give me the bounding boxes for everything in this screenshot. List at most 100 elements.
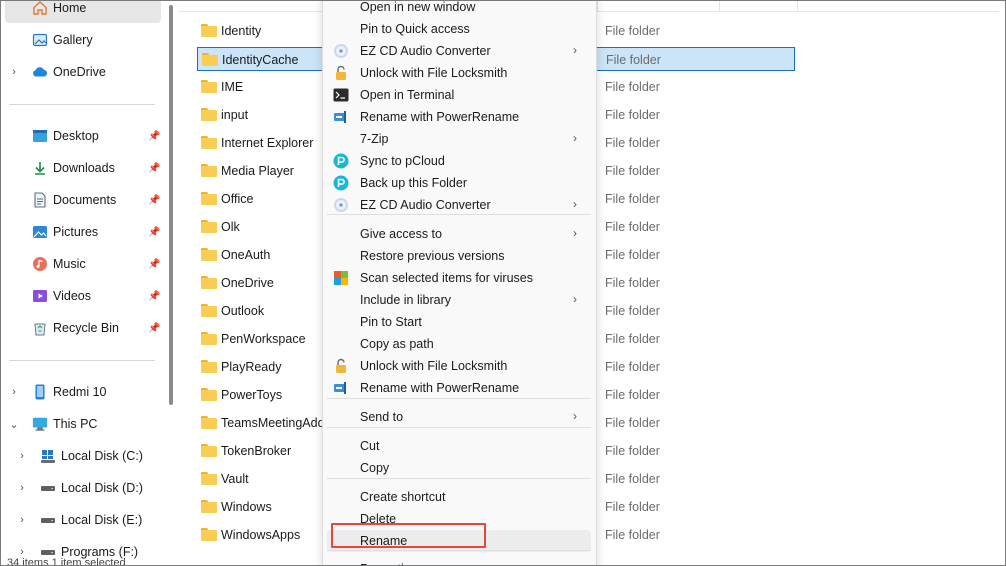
pin-icon[interactable]: 📌 <box>148 163 160 174</box>
nav-item-pictures[interactable]: Pictures 📌 <box>5 217 161 247</box>
file-type: File folder <box>605 444 660 458</box>
nav-item-videos[interactable]: Videos 📌 <box>5 281 161 311</box>
menu-item-pin-to-quick-access[interactable]: Pin to Quick access <box>327 18 591 40</box>
nav-item-music[interactable]: Music 📌 <box>5 249 161 279</box>
folder-icon <box>201 416 217 429</box>
nav-label-recycle-bin: Recycle Bin <box>53 321 119 335</box>
file-type: File folder <box>605 276 660 290</box>
home-icon <box>32 1 48 16</box>
gallery-icon <box>32 32 48 48</box>
folder-icon <box>201 136 217 149</box>
menu-item-copy-as-path[interactable]: Copy as path <box>327 333 591 355</box>
menu-item-ez-cd-audio-converter[interactable]: EZ CD Audio Converter › <box>327 40 591 62</box>
nav-item-disk-d[interactable]: › Local Disk (D:) <box>5 473 161 503</box>
nav-label-videos: Videos <box>53 289 91 303</box>
menu-item-unlock-with-file-locksmith[interactable]: Unlock with File Locksmith <box>327 355 591 377</box>
file-type: File folder <box>606 53 661 67</box>
nav-item-redmi[interactable]: › Redmi 10 <box>5 377 161 407</box>
menu-item-include-in-library[interactable]: Include in library › <box>327 289 591 311</box>
pcloud-icon <box>333 153 349 169</box>
chevron-right-icon[interactable]: › <box>8 386 20 398</box>
menu-item-rename-with-powerrename[interactable]: Rename with PowerRename <box>327 377 591 399</box>
nav-item-thispc[interactable]: ⌄ This PC <box>5 409 161 439</box>
nav-label-disk-d: Local Disk (D:) <box>61 481 143 495</box>
chevron-down-icon[interactable]: ⌄ <box>8 418 20 431</box>
column-divider[interactable] <box>719 1 720 11</box>
nav-item-disk-c[interactable]: › Local Disk (C:) <box>5 441 161 471</box>
menu-separator <box>327 214 591 215</box>
context-menu: Open in new window Pin to Quick access EZ … <box>322 0 597 565</box>
nav-scrollbar[interactable] <box>169 5 173 405</box>
folder-icon <box>201 500 217 513</box>
menu-item-give-access-to[interactable]: Give access to › <box>327 223 591 245</box>
nav-item-downloads[interactable]: Downloads 📌 <box>5 153 161 183</box>
menu-item-create-shortcut[interactable]: Create shortcut <box>327 486 591 508</box>
menu-item-back-up-this-folder[interactable]: Back up this Folder <box>327 172 591 194</box>
menu-item-label: Cut <box>360 439 380 453</box>
pin-icon[interactable]: 📌 <box>148 323 160 334</box>
nav-item-onedrive[interactable]: › OneDrive <box>5 57 161 87</box>
menu-item-label: EZ CD Audio Converter <box>360 198 491 212</box>
menu-item-unlock-with-file-locksmith[interactable]: Unlock with File Locksmith <box>327 62 591 84</box>
file-type: File folder <box>605 304 660 318</box>
menu-separator <box>327 398 591 399</box>
menu-separator <box>327 478 591 479</box>
pin-icon[interactable]: 📌 <box>148 291 160 302</box>
menu-item-label: Create shortcut <box>360 490 446 504</box>
menu-item-restore-previous-versions[interactable]: Restore previous versions <box>327 245 591 267</box>
nav-label-pictures: Pictures <box>53 225 99 239</box>
folder-icon <box>201 164 217 177</box>
file-type: File folder <box>605 360 660 374</box>
menu-item-label: Open in Terminal <box>360 88 455 102</box>
pin-icon[interactable]: 📌 <box>148 195 160 206</box>
pin-icon[interactable]: 📌 <box>148 259 160 270</box>
chevron-right-icon[interactable]: › <box>16 482 28 494</box>
menu-item-label: Open in new window <box>360 0 476 14</box>
menu-item-label: Properties <box>360 562 417 565</box>
folder-icon <box>201 276 217 289</box>
music-icon <box>32 256 48 272</box>
menu-item-open-in-terminal[interactable]: Open in Terminal <box>327 84 591 106</box>
file-name: Outlook <box>221 304 265 318</box>
nav-label-onedrive: OneDrive <box>53 65 106 79</box>
menu-item-scan-selected-items-for-viruses[interactable]: Scan selected items for viruses <box>327 267 591 289</box>
pin-icon[interactable]: 📌 <box>148 227 160 238</box>
nav-item-desktop[interactable]: Desktop 📌 <box>5 121 161 151</box>
menu-item-send-to[interactable]: Send to › <box>327 406 591 428</box>
chevron-right-icon[interactable]: › <box>8 66 20 78</box>
nav-item-recycle-bin[interactable]: Recycle Bin 📌 <box>5 313 161 343</box>
nav-item-disk-e[interactable]: › Local Disk (E:) <box>5 505 161 535</box>
folder-icon <box>201 108 217 121</box>
file-name: Identity <box>221 24 262 38</box>
nav-item-documents[interactable]: Documents 📌 <box>5 185 161 215</box>
menu-item-cut[interactable]: Cut <box>327 435 591 457</box>
menu-item-copy[interactable]: Copy <box>327 457 591 479</box>
menu-item-open-in-new-window[interactable]: Open in new window <box>327 0 591 18</box>
nav-label-redmi: Redmi 10 <box>53 385 107 399</box>
nav-item-gallery[interactable]: Gallery <box>5 25 161 55</box>
ezcd-icon <box>333 197 349 213</box>
menu-item-ez-cd-audio-converter[interactable]: EZ CD Audio Converter › <box>327 194 591 216</box>
chevron-right-icon[interactable]: › <box>16 514 28 526</box>
folder-icon <box>201 220 217 233</box>
menu-separator <box>327 550 591 551</box>
menu-item-properties[interactable]: Properties <box>327 558 591 565</box>
pictures-icon <box>32 224 48 240</box>
column-divider[interactable] <box>797 1 798 11</box>
nav-item-home[interactable]: Home <box>5 1 161 23</box>
menu-item-pin-to-start[interactable]: Pin to Start <box>327 311 591 333</box>
file-type: File folder <box>605 416 660 430</box>
menu-item-label: Copy <box>360 461 390 475</box>
pin-icon[interactable]: 📌 <box>148 131 160 142</box>
column-divider[interactable] <box>597 1 598 11</box>
file-type: File folder <box>605 108 660 122</box>
lock-icon <box>333 65 349 81</box>
menu-item-rename-with-powerrename[interactable]: Rename with PowerRename <box>327 106 591 128</box>
menu-item-label: Rename with PowerRename <box>360 381 520 395</box>
terminal-icon <box>333 87 349 103</box>
chevron-right-icon[interactable]: › <box>16 450 28 462</box>
rename-highlight-box <box>331 523 486 548</box>
menu-item-7-zip[interactable]: 7-Zip › <box>327 128 591 150</box>
menu-item-label: Send to <box>360 410 404 424</box>
menu-item-sync-to-pcloud[interactable]: Sync to pCloud <box>327 150 591 172</box>
